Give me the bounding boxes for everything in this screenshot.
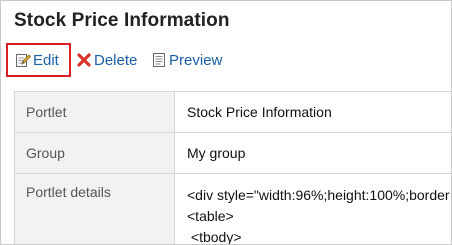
table-row-portlet-details: Portlet details <div style="width:96%;he… [14, 174, 451, 245]
table-row-portlet: Portlet Stock Price Information [14, 92, 451, 133]
row-label: Portlet [15, 92, 175, 132]
code-line: <div style="width:96%;height:100%;border [187, 187, 450, 203]
preview-icon [151, 52, 167, 68]
page-title: Stock Price Information [14, 10, 230, 31]
row-label: Group [15, 133, 175, 173]
delete-icon [76, 52, 92, 68]
row-value: My group [187, 145, 246, 161]
row-label: Portlet details [15, 174, 175, 244]
delete-label: Delete [94, 51, 138, 69]
details-table: Portlet Stock Price Information Group My… [14, 91, 451, 245]
code-line: <table> [187, 208, 234, 224]
delete-button[interactable]: Delete [76, 43, 137, 77]
portlet-detail-panel: Stock Price Information Edit Delete Prev… [0, 0, 452, 245]
code-content: <div style="width:96%;height:100%;border… [175, 174, 451, 245]
edit-icon [15, 52, 32, 68]
code-line: <tbody> [187, 229, 242, 245]
edit-button[interactable]: Edit [6, 43, 71, 77]
preview-label: Preview [169, 51, 223, 69]
edit-label: Edit [33, 51, 59, 69]
table-row-group: Group My group [14, 133, 451, 174]
row-value: Stock Price Information [187, 104, 332, 120]
toolbar: Edit Delete Preview [1, 43, 451, 77]
preview-button[interactable]: Preview [151, 43, 222, 77]
